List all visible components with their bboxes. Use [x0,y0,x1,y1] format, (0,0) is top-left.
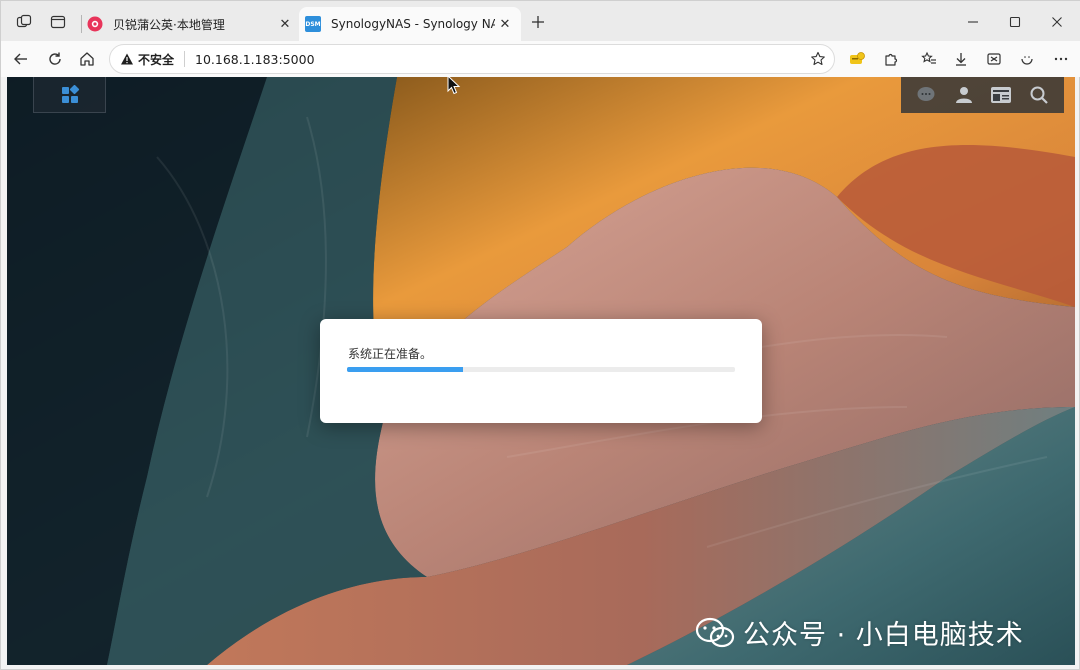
favorites-icon [921,51,936,64]
page-viewport: 系统正在准备。 公众号 · 小白电脑技术 [7,77,1075,665]
refresh-icon [49,52,61,65]
address-bar[interactable]: 不安全 10.168.1.183:5000 [109,44,835,74]
extensions-button[interactable] [877,45,905,73]
minimize-icon [968,21,978,23]
tab-close-button[interactable]: ✕ [275,14,295,34]
wechat-watermark: 公众号 · 小白电脑技术 [695,613,1024,652]
ellipsis-icon [1054,57,1068,61]
security-label: 不安全 [138,52,175,67]
screenshot-button[interactable] [980,45,1008,73]
user-icon[interactable] [952,83,976,107]
home-button[interactable] [73,45,101,73]
main-menu-button[interactable] [33,77,106,113]
home-icon [80,52,94,66]
back-button[interactable] [7,45,35,73]
tab-title: 贝锐蒲公英·本地管理 [113,17,225,32]
tab-synologynas[interactable]: DSM SynologyNAS - Synology NAS ✕ [299,7,521,41]
download-icon [956,53,966,66]
minimize-button[interactable] [959,9,987,35]
tab-title: SynologyNAS - Synology NAS [331,17,495,31]
wechat-logo-icon [695,617,735,647]
tab-strip: 贝锐蒲公英·本地管理 ✕ DSM SynologyNAS - Synology … [1,1,1080,41]
favorites-button[interactable] [915,45,943,73]
plus-icon [532,16,544,28]
main-menu-grid-icon [61,84,79,103]
screenshot-icon [987,53,1001,65]
new-tab-button[interactable] [527,11,549,33]
url-text[interactable]: 10.168.1.183:5000 [195,52,808,67]
dsm-favicon: DSM [305,16,321,32]
downloads-button[interactable] [947,45,975,73]
search-icon[interactable] [1027,83,1051,107]
widgets-icon[interactable] [989,83,1013,107]
close-icon [1052,17,1062,27]
more-menu-button[interactable] [1047,45,1075,73]
favorite-star-button[interactable] [808,49,828,69]
maximize-icon [1009,16,1021,28]
tab-pugongying[interactable]: 贝锐蒲公英·本地管理 ✕ [81,7,301,41]
browser-window: 贝锐蒲公英·本地管理 ✕ DSM SynologyNAS - Synology … [0,0,1080,670]
pugongying-favicon [87,16,103,32]
address-separator [184,51,186,67]
mouse-pointer-icon [447,75,461,95]
security-indicator[interactable]: 不安全 [120,51,174,68]
maximize-button[interactable] [1001,9,1029,35]
window-close-button[interactable] [1043,9,1071,35]
star-icon [811,51,825,66]
watermark-text: 公众号 · 小白电脑技术 [743,620,1024,651]
tab-close-button[interactable]: ✕ [495,14,515,34]
loading-message: 系统正在准备。 [348,347,433,361]
chat-icon[interactable] [914,83,938,107]
extension-badge-icon [850,52,865,64]
progress-bar [347,367,735,372]
dsm-tray [901,77,1064,113]
loading-dialog: 系统正在准备。 [320,319,762,423]
warning-icon [121,53,133,65]
progress-bar-fill [347,367,464,372]
extension-button[interactable] [843,45,871,73]
browser-toolbar: 不安全 10.168.1.183:5000 [1,41,1080,77]
puzzle-icon [885,53,898,66]
feedback-button[interactable] [1013,45,1041,73]
refresh-button[interactable] [41,45,69,73]
smiley-icon [1021,56,1033,65]
vertical-tabs-icon[interactable] [45,9,71,35]
workspaces-icon[interactable] [11,9,37,35]
back-arrow-icon [14,53,27,65]
